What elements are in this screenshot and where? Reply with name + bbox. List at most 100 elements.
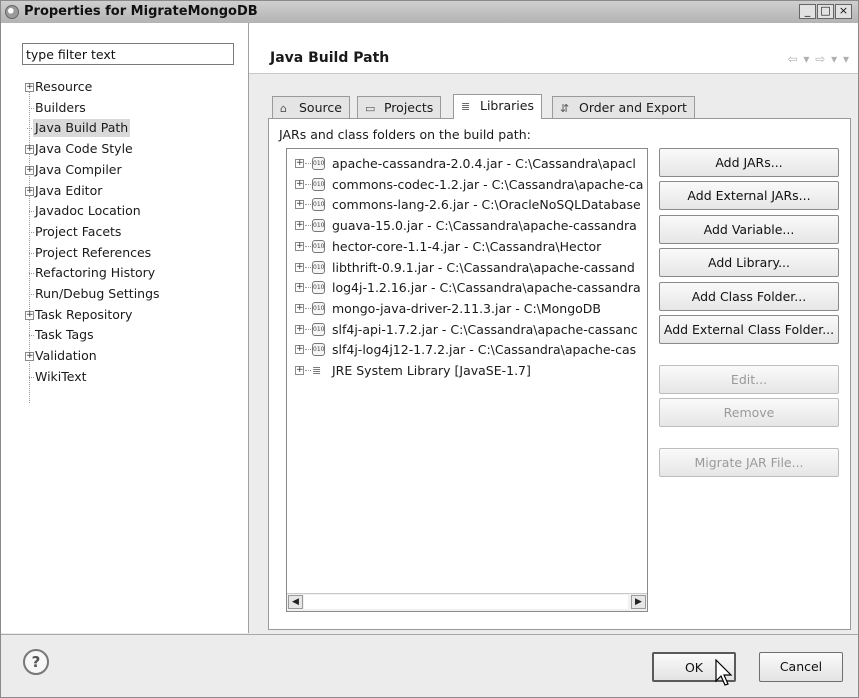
migrate-jar-button[interactable]: Migrate JAR File... (659, 448, 839, 477)
horizontal-scrollbar[interactable]: ◀ ▶ (287, 593, 647, 611)
sidebar-item[interactable]: + Task Repository (25, 306, 132, 324)
library-label: apache-cassandra-2.0.4.jar - C:\Cassandr… (332, 156, 636, 171)
edit-button[interactable]: Edit... (659, 365, 839, 394)
sidebar-item-label: Project References (35, 244, 152, 260)
expand-icon[interactable]: + (295, 345, 304, 355)
expand-icon[interactable]: + (295, 366, 304, 375)
expand-icon[interactable]: + (295, 262, 304, 272)
expand-icon[interactable]: + (25, 310, 34, 320)
window-title: Properties for MigrateMongoDB (24, 4, 258, 19)
sidebar-item-label: Javadoc Location (35, 203, 141, 219)
source-folder-icon: ⌂ (280, 102, 287, 115)
library-label: slf4j-api-1.7.2.jar - C:\Cassandra\apach… (332, 321, 638, 337)
library-label: commons-lang-2.6.jar - C:\OracleNoSQLDat… (332, 197, 641, 213)
tree-connector (29, 273, 34, 275)
jar-icon: 010 (312, 198, 325, 212)
expand-icon[interactable]: + (295, 200, 304, 210)
tree-connector (29, 376, 34, 378)
scroll-right-arrow-icon[interactable]: ▶ (631, 595, 646, 609)
expand-icon[interactable]: + (295, 324, 304, 334)
tree-connector (305, 349, 311, 351)
library-label: guava-15.0.jar - C:\Cassandra\apache-cas… (332, 218, 637, 234)
sidebar-item[interactable]: + Java Code Style (25, 140, 133, 158)
tree-connector (29, 294, 34, 295)
library-label: commons-codec-1.2.jar - C:\Cassandra\apa… (332, 176, 644, 192)
jar-icon: 010 (312, 219, 325, 233)
history-nav[interactable]: ⇦ ▾ ⇨ ▾ ▾ (788, 52, 850, 66)
tab-libraries[interactable]: ≣ Libraries (453, 94, 542, 119)
add-jars-button[interactable]: Add JARs... (659, 148, 839, 177)
add-library-button[interactable]: Add Library... (659, 248, 839, 277)
sidebar-item[interactable]: Java Build Path (27, 119, 131, 138)
sidebar-item-label: Java Code Style (35, 141, 133, 157)
sidebar-item-label: WikiText (35, 368, 87, 384)
tree-connector (29, 211, 34, 213)
tree-connector (305, 307, 311, 309)
library-label: hector-core-1.1-4.jar - C:\Cassandra\Hec… (332, 238, 602, 254)
sidebar-item[interactable]: Builders (29, 99, 86, 117)
expand-icon[interactable]: + (295, 283, 304, 293)
add-external-class-folder-button[interactable]: Add External Class Folder... (659, 315, 839, 344)
title-bar[interactable]: Properties for MigrateMongoDB _ □ × (1, 1, 858, 24)
close-button[interactable]: × (835, 4, 852, 19)
order-export-icon: ⇵ (560, 102, 570, 115)
tab-label: Order and Export (578, 100, 687, 115)
scroll-left-arrow-icon[interactable]: ◀ (288, 595, 303, 609)
tab-order-and-export[interactable]: ⇵ Order and Export (552, 96, 695, 119)
sidebar-item[interactable]: + Java Compiler (25, 161, 122, 179)
scroll-thumb[interactable] (304, 595, 628, 609)
jar-icon: 010 (312, 177, 325, 191)
panel-label: JARs and class folders on the build path… (279, 127, 531, 142)
page-title: Java Build Path (270, 50, 390, 66)
tree-connector (29, 107, 34, 109)
remove-button[interactable]: Remove (659, 398, 839, 427)
filter-input[interactable] (22, 43, 234, 65)
sidebar-item[interactable]: Task Tags (29, 326, 94, 344)
add-class-folder-button[interactable]: Add Class Folder... (659, 282, 839, 311)
library-tree[interactable]: +010 apache-cassandra-2.0.4.jar - C:\Cass… (286, 148, 648, 612)
sidebar-item-label: Refactoring History (35, 265, 156, 281)
expand-icon[interactable]: + (25, 83, 34, 92)
expand-icon[interactable]: + (295, 159, 304, 168)
add-external-jars-button[interactable]: Add External JARs... (659, 181, 839, 210)
expand-icon[interactable]: + (25, 186, 34, 196)
library-label: log4j-1.2.16.jar - C:\Cassandra\apache-c… (332, 280, 641, 296)
tree-connector (27, 128, 32, 130)
tree-connector (305, 183, 311, 185)
expand-icon[interactable]: + (295, 221, 304, 231)
tab-source[interactable]: ⌂ Source (272, 96, 350, 119)
expand-icon[interactable]: + (25, 165, 34, 175)
jar-icon: 010 (312, 260, 325, 274)
minimize-button[interactable]: _ (799, 4, 816, 19)
expand-icon[interactable]: + (295, 303, 304, 313)
sidebar-item[interactable]: + Resource (25, 78, 93, 96)
sidebar-item[interactable]: Project Facets (29, 223, 121, 241)
eclipse-icon (5, 5, 19, 19)
library-label: slf4j-log4j12-1.7.2.jar - C:\Cassandra\a… (332, 342, 637, 358)
expand-icon[interactable]: + (295, 179, 304, 189)
sidebar-item-label: Java Build Path (35, 120, 129, 136)
expand-icon[interactable]: + (295, 241, 304, 251)
sidebar-item[interactable]: Project References (29, 244, 152, 262)
library-container-icon: ≣ (312, 364, 322, 377)
sidebar-item-label: Validation (35, 348, 97, 364)
sidebar-item[interactable]: WikiText (29, 368, 87, 386)
sidebar-item[interactable]: + Validation (25, 347, 97, 365)
jar-icon: 010 (312, 239, 325, 253)
mouse-cursor-icon (715, 659, 733, 686)
expand-icon[interactable]: + (25, 145, 34, 155)
main-panel: Java Build Path ⇦ ▾ ⇨ ▾ ▾ ⌂ Source ▭ Pro… (249, 23, 858, 633)
sidebar-item[interactable]: + Java Editor (25, 182, 102, 200)
sidebar-item[interactable]: Run/Debug Settings (29, 285, 160, 303)
sidebar-item-label: Builders (35, 99, 86, 115)
sidebar: +ResourceBuildersJava Build Path+Java Co… (1, 23, 249, 633)
expand-icon[interactable]: + (25, 352, 34, 362)
maximize-button[interactable]: □ (817, 4, 834, 19)
sidebar-item[interactable]: Refactoring History (29, 264, 156, 282)
help-icon[interactable]: ? (23, 649, 49, 675)
tab-projects[interactable]: ▭ Projects (357, 96, 442, 119)
sidebar-item-label: Resource (35, 79, 93, 94)
cancel-button[interactable]: Cancel (759, 652, 843, 682)
add-variable-button[interactable]: Add Variable... (659, 215, 839, 244)
sidebar-item[interactable]: Javadoc Location (29, 202, 141, 220)
